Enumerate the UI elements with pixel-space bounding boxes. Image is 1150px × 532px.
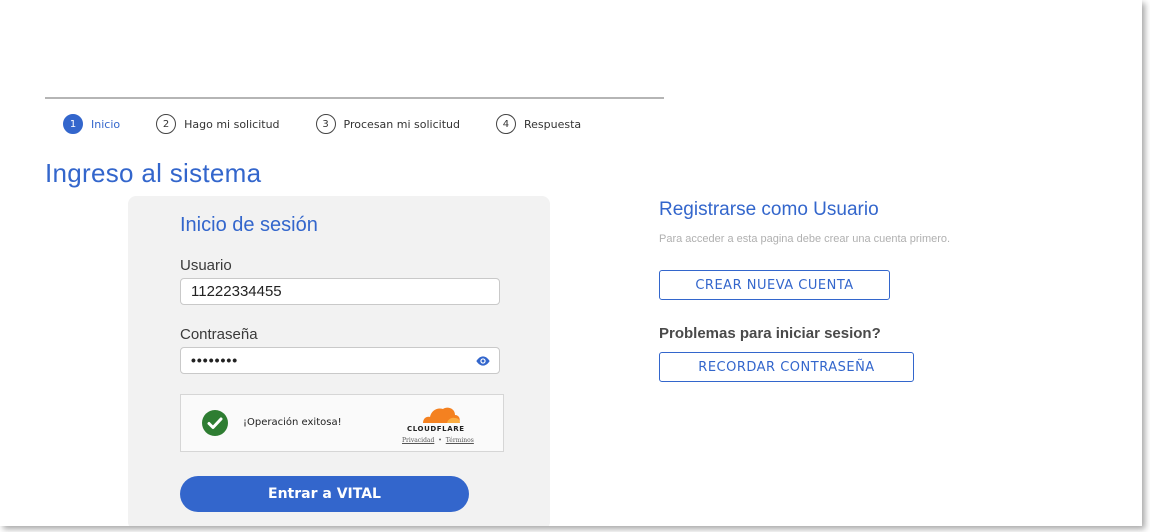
- captcha-links: Privacidad • Términos: [402, 437, 474, 444]
- terms-link[interactable]: Términos: [446, 437, 474, 444]
- step-hago-mi-solicitud: 2 Hago mi solicitud: [156, 114, 280, 134]
- password-input[interactable]: ••••••••: [180, 347, 500, 374]
- step-respuesta: 4 Respuesta: [495, 114, 582, 134]
- recover-password-button[interactable]: RECORDAR CONTRASEÑA: [659, 352, 914, 382]
- cloudflare-wordmark: CLOUDFLARE: [407, 425, 465, 433]
- password-input-value: ••••••••: [191, 352, 239, 368]
- eye-icon[interactable]: [475, 354, 491, 368]
- register-title: Registrarse como Usuario: [659, 199, 879, 220]
- step-number: 2: [156, 114, 177, 134]
- password-label: Contraseña: [180, 326, 258, 343]
- step-number: 3: [315, 114, 336, 134]
- login-problems-title: Problemas para iniciar sesion?: [659, 325, 881, 342]
- step-label: Hago mi solicitud: [184, 117, 280, 131]
- page-frame: 1 Inicio 2 Hago mi solicitud 3 Procesan …: [0, 0, 1142, 526]
- register-subtitle: Para acceder a esta pagina debe crear un…: [659, 233, 951, 245]
- user-label: Usuario: [180, 257, 232, 274]
- step-label: Procesan mi solicitud: [343, 117, 460, 131]
- step-inicio: 1 Inicio: [63, 114, 120, 134]
- check-circle-icon: [202, 410, 228, 436]
- stepper-progress-line: [45, 97, 664, 99]
- login-card: Inicio de sesión Usuario 11222334455 Con…: [128, 196, 550, 526]
- privacy-link[interactable]: Privacidad: [402, 437, 434, 444]
- step-number: 4: [495, 114, 516, 134]
- step-procesan-mi-solicitud: 3 Procesan mi solicitud: [315, 114, 460, 134]
- step-label: Inicio: [91, 117, 121, 131]
- page-title: Ingreso al sistema: [45, 158, 262, 188]
- login-submit-button[interactable]: Entrar a VITAL: [180, 476, 469, 512]
- create-account-button[interactable]: CREAR NUEVA CUENTA: [659, 270, 890, 300]
- step-number: 1: [63, 114, 83, 134]
- login-title: Inicio de sesión: [180, 214, 318, 236]
- cloudflare-logo-icon: [423, 407, 460, 423]
- captcha-widget[interactable]: ¡Operación exitosa! CLOUDFLARE Privacida…: [180, 394, 504, 452]
- link-separator: •: [438, 437, 442, 444]
- stepper: 1 Inicio 2 Hago mi solicitud 3 Procesan …: [63, 112, 581, 136]
- step-label: Respuesta: [523, 117, 582, 131]
- captcha-status-text: ¡Operación exitosa!: [243, 417, 342, 428]
- user-input-value: 11222334455: [191, 283, 282, 300]
- user-input[interactable]: 11222334455: [180, 278, 500, 305]
